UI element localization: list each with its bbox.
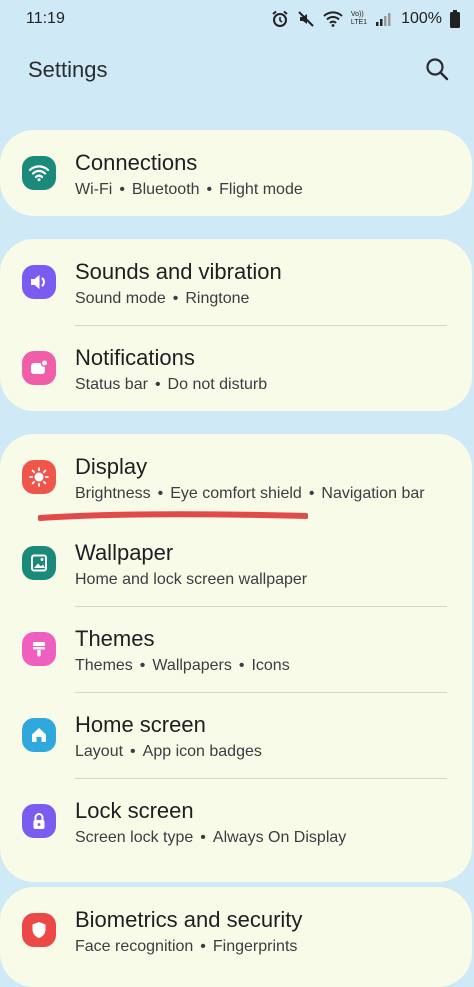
settings-card-connections: Connections Wi-Fi • Bluetooth • Flight mode xyxy=(0,130,472,216)
item-title: Connections xyxy=(75,150,198,175)
separator: • xyxy=(238,657,245,674)
volte-label: Vo)) xyxy=(350,11,364,18)
item-subtitle: Face recognition • Fingerprints xyxy=(75,938,297,956)
status-icons: Vo)) LTE1 100% xyxy=(271,8,460,30)
battery-percent: 100% xyxy=(401,10,442,27)
settings-item-biometrics[interactable]: Biometrics and security Face recognition… xyxy=(0,887,472,973)
subtitle-part: Layout xyxy=(75,743,124,760)
subtitle-part: Eye comfort shield xyxy=(170,485,302,502)
item-subtitle: Screen lock type • Always On Display xyxy=(75,829,346,847)
subtitle-part: Flight mode xyxy=(219,181,303,198)
sun-icon xyxy=(22,460,56,494)
speaker-icon xyxy=(22,265,56,299)
separator: • xyxy=(206,181,213,198)
item-title: Lock screen xyxy=(75,798,194,823)
subtitle-part: Themes xyxy=(75,657,133,674)
settings-item-lock-screen[interactable]: Lock screen Screen lock type • Always On D… xyxy=(0,778,472,864)
settings-item-notifications[interactable]: Notifications Status bar • Do not disturb xyxy=(0,325,472,411)
item-subtitle: Brightness • Eye comfort shield • Navigation… xyxy=(75,485,425,503)
image-icon xyxy=(22,546,56,580)
subtitle-part: Navigation bar xyxy=(321,485,425,502)
settings-card-display: Display Brightness • Eye comfort shield • Na… xyxy=(0,434,472,882)
subtitle-part: Wallpapers xyxy=(152,657,232,674)
settings-item-wallpaper[interactable]: Wallpaper Home and lock screen wallpaper xyxy=(0,520,472,606)
item-subtitle: Home and lock screen wallpaper xyxy=(75,571,307,589)
separator: • xyxy=(139,657,146,674)
wifi-icon xyxy=(22,156,56,190)
subtitle-part: Wi-Fi xyxy=(75,181,113,198)
item-title: Biometrics and security xyxy=(75,907,303,932)
separator: • xyxy=(172,290,179,307)
item-title: Wallpaper xyxy=(75,540,174,565)
status-time: 11:19 xyxy=(26,10,65,27)
wifi-icon xyxy=(323,11,343,27)
subtitle-part: App icon badges xyxy=(142,743,262,760)
subtitle-part: Bluetooth xyxy=(131,181,200,198)
subtitle-part: Ringtone xyxy=(185,290,250,307)
item-subtitle: Themes • Wallpapers • Icons xyxy=(75,657,290,675)
subtitle-part: Always On Display xyxy=(212,829,347,846)
subtitle-part: Icons xyxy=(251,657,290,674)
lte-label: LTE1 xyxy=(350,19,368,26)
header: Settings xyxy=(0,50,474,94)
settings-item-sounds[interactable]: Sounds and vibration Sound mode • Ringtone xyxy=(0,239,472,325)
volte-icon: Vo)) LTE1 xyxy=(351,11,367,27)
subtitle-part: Home and lock screen wallpaper xyxy=(75,571,308,588)
red-underline-annotation xyxy=(38,511,308,521)
settings-item-display[interactable]: Display Brightness • Eye comfort shield • Na… xyxy=(0,434,472,520)
item-title: Notifications xyxy=(75,345,195,370)
separator: • xyxy=(119,181,125,198)
brush-icon xyxy=(22,632,56,666)
battery-icon xyxy=(450,10,460,28)
subtitle-part: Do not disturb xyxy=(167,376,268,393)
item-subtitle: Layout • App icon badges xyxy=(75,743,262,761)
home-icon xyxy=(22,718,56,752)
shield-icon xyxy=(22,913,56,947)
page-title: Settings xyxy=(28,57,108,82)
subtitle-part: Brightness xyxy=(75,485,151,502)
signal-icon xyxy=(375,11,391,27)
separator: • xyxy=(308,485,315,502)
subtitle-part: Face recognition xyxy=(75,938,194,955)
item-subtitle: Sound mode • Ringtone xyxy=(75,290,249,308)
status-bar: 11:19 Vo)) LTE1 100% xyxy=(0,0,474,38)
separator: • xyxy=(157,485,164,502)
separator: • xyxy=(130,743,136,760)
search-icon xyxy=(426,58,449,81)
mute-icon xyxy=(297,10,315,28)
item-subtitle: Wi-Fi • Bluetooth • Flight mode xyxy=(75,181,303,199)
separator: • xyxy=(154,376,161,393)
lock-icon xyxy=(22,804,56,838)
settings-item-home-screen[interactable]: Home screen Layout • App icon badges xyxy=(0,692,472,778)
subtitle-part: Fingerprints xyxy=(212,938,298,955)
separator: • xyxy=(200,938,206,955)
item-title: Display xyxy=(75,454,148,479)
search-button[interactable] xyxy=(424,56,450,82)
alarm-icon xyxy=(271,10,289,28)
settings-item-connections[interactable]: Connections Wi-Fi • Bluetooth • Flight mode xyxy=(0,130,472,216)
settings-card-security: Biometrics and security Face recognition… xyxy=(0,887,472,987)
separator: • xyxy=(200,829,206,846)
item-subtitle: Status bar • Do not disturb xyxy=(75,376,267,394)
notification-icon xyxy=(22,351,56,385)
subtitle-part: Status bar xyxy=(75,376,148,393)
subtitle-part: Screen lock type xyxy=(75,829,194,846)
settings-item-themes[interactable]: Themes Themes • Wallpapers • Icons xyxy=(0,606,472,692)
item-title: Themes xyxy=(75,626,155,651)
item-title: Home screen xyxy=(75,712,206,737)
item-title: Sounds and vibration xyxy=(75,259,282,284)
settings-card-sound: Sounds and vibration Sound mode • Ringtone… xyxy=(0,239,472,411)
subtitle-part: Sound mode xyxy=(75,290,166,307)
